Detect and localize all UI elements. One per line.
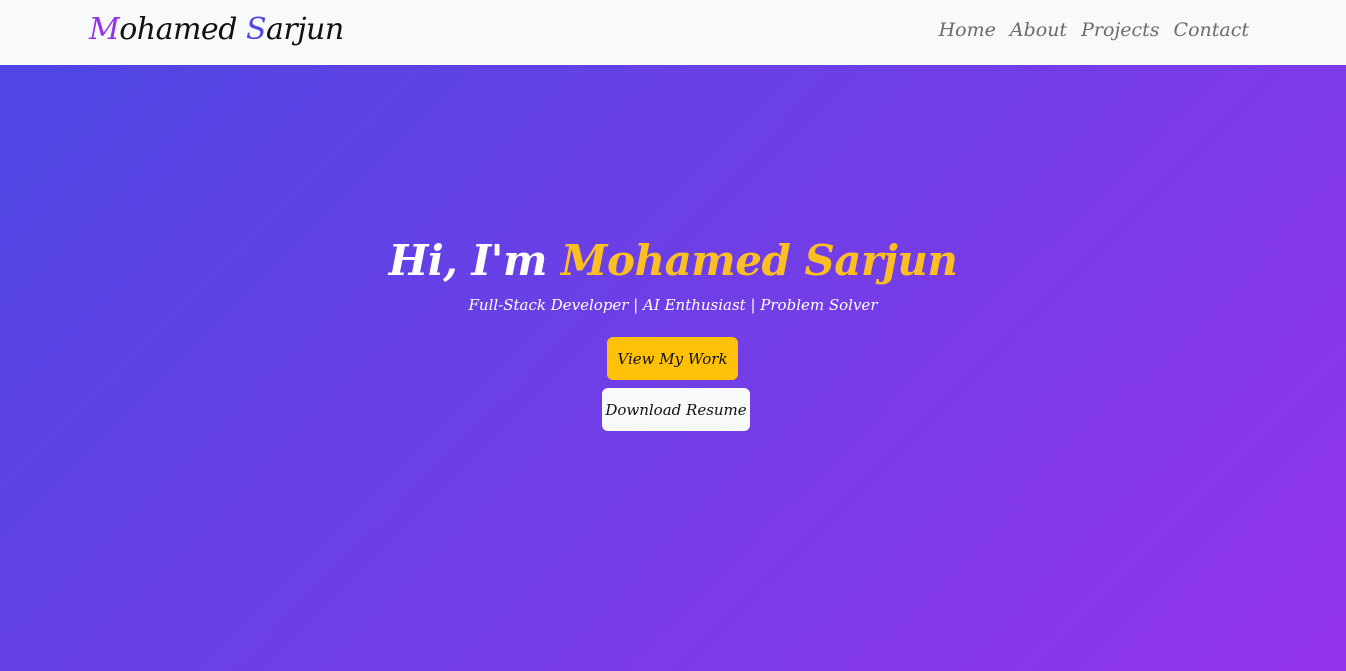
- hero-subtitle: Full-Stack Developer | AI Enthusiast | P…: [468, 296, 878, 314]
- brand-text-first: ohamed: [119, 12, 246, 47]
- hero-section: Hi, I'm Mohamed Sarjun Full-Stack Develo…: [0, 65, 1346, 671]
- nav-link-about[interactable]: About: [1010, 17, 1067, 43]
- download-resume-button[interactable]: Download Resume: [602, 388, 750, 431]
- hero-greeting: Hi, I'm: [388, 236, 562, 285]
- hero-name: Mohamed Sarjun: [561, 236, 958, 285]
- brand-text-last: arjun: [266, 12, 344, 47]
- brand-initial-s: S: [245, 12, 267, 47]
- nav-links: Home About Projects Contact: [939, 17, 1249, 43]
- brand-initial-m: M: [89, 12, 120, 47]
- brand-logo[interactable]: Mohamed Sarjun: [89, 10, 344, 50]
- navbar: Mohamed Sarjun Home About Projects Conta…: [0, 0, 1346, 65]
- hero-title: Hi, I'm Mohamed Sarjun: [0, 233, 1346, 289]
- nav-link-projects[interactable]: Projects: [1081, 17, 1159, 43]
- view-my-work-button[interactable]: View My Work: [607, 337, 738, 380]
- nav-link-contact[interactable]: Contact: [1174, 17, 1249, 43]
- nav-link-home[interactable]: Home: [939, 17, 996, 43]
